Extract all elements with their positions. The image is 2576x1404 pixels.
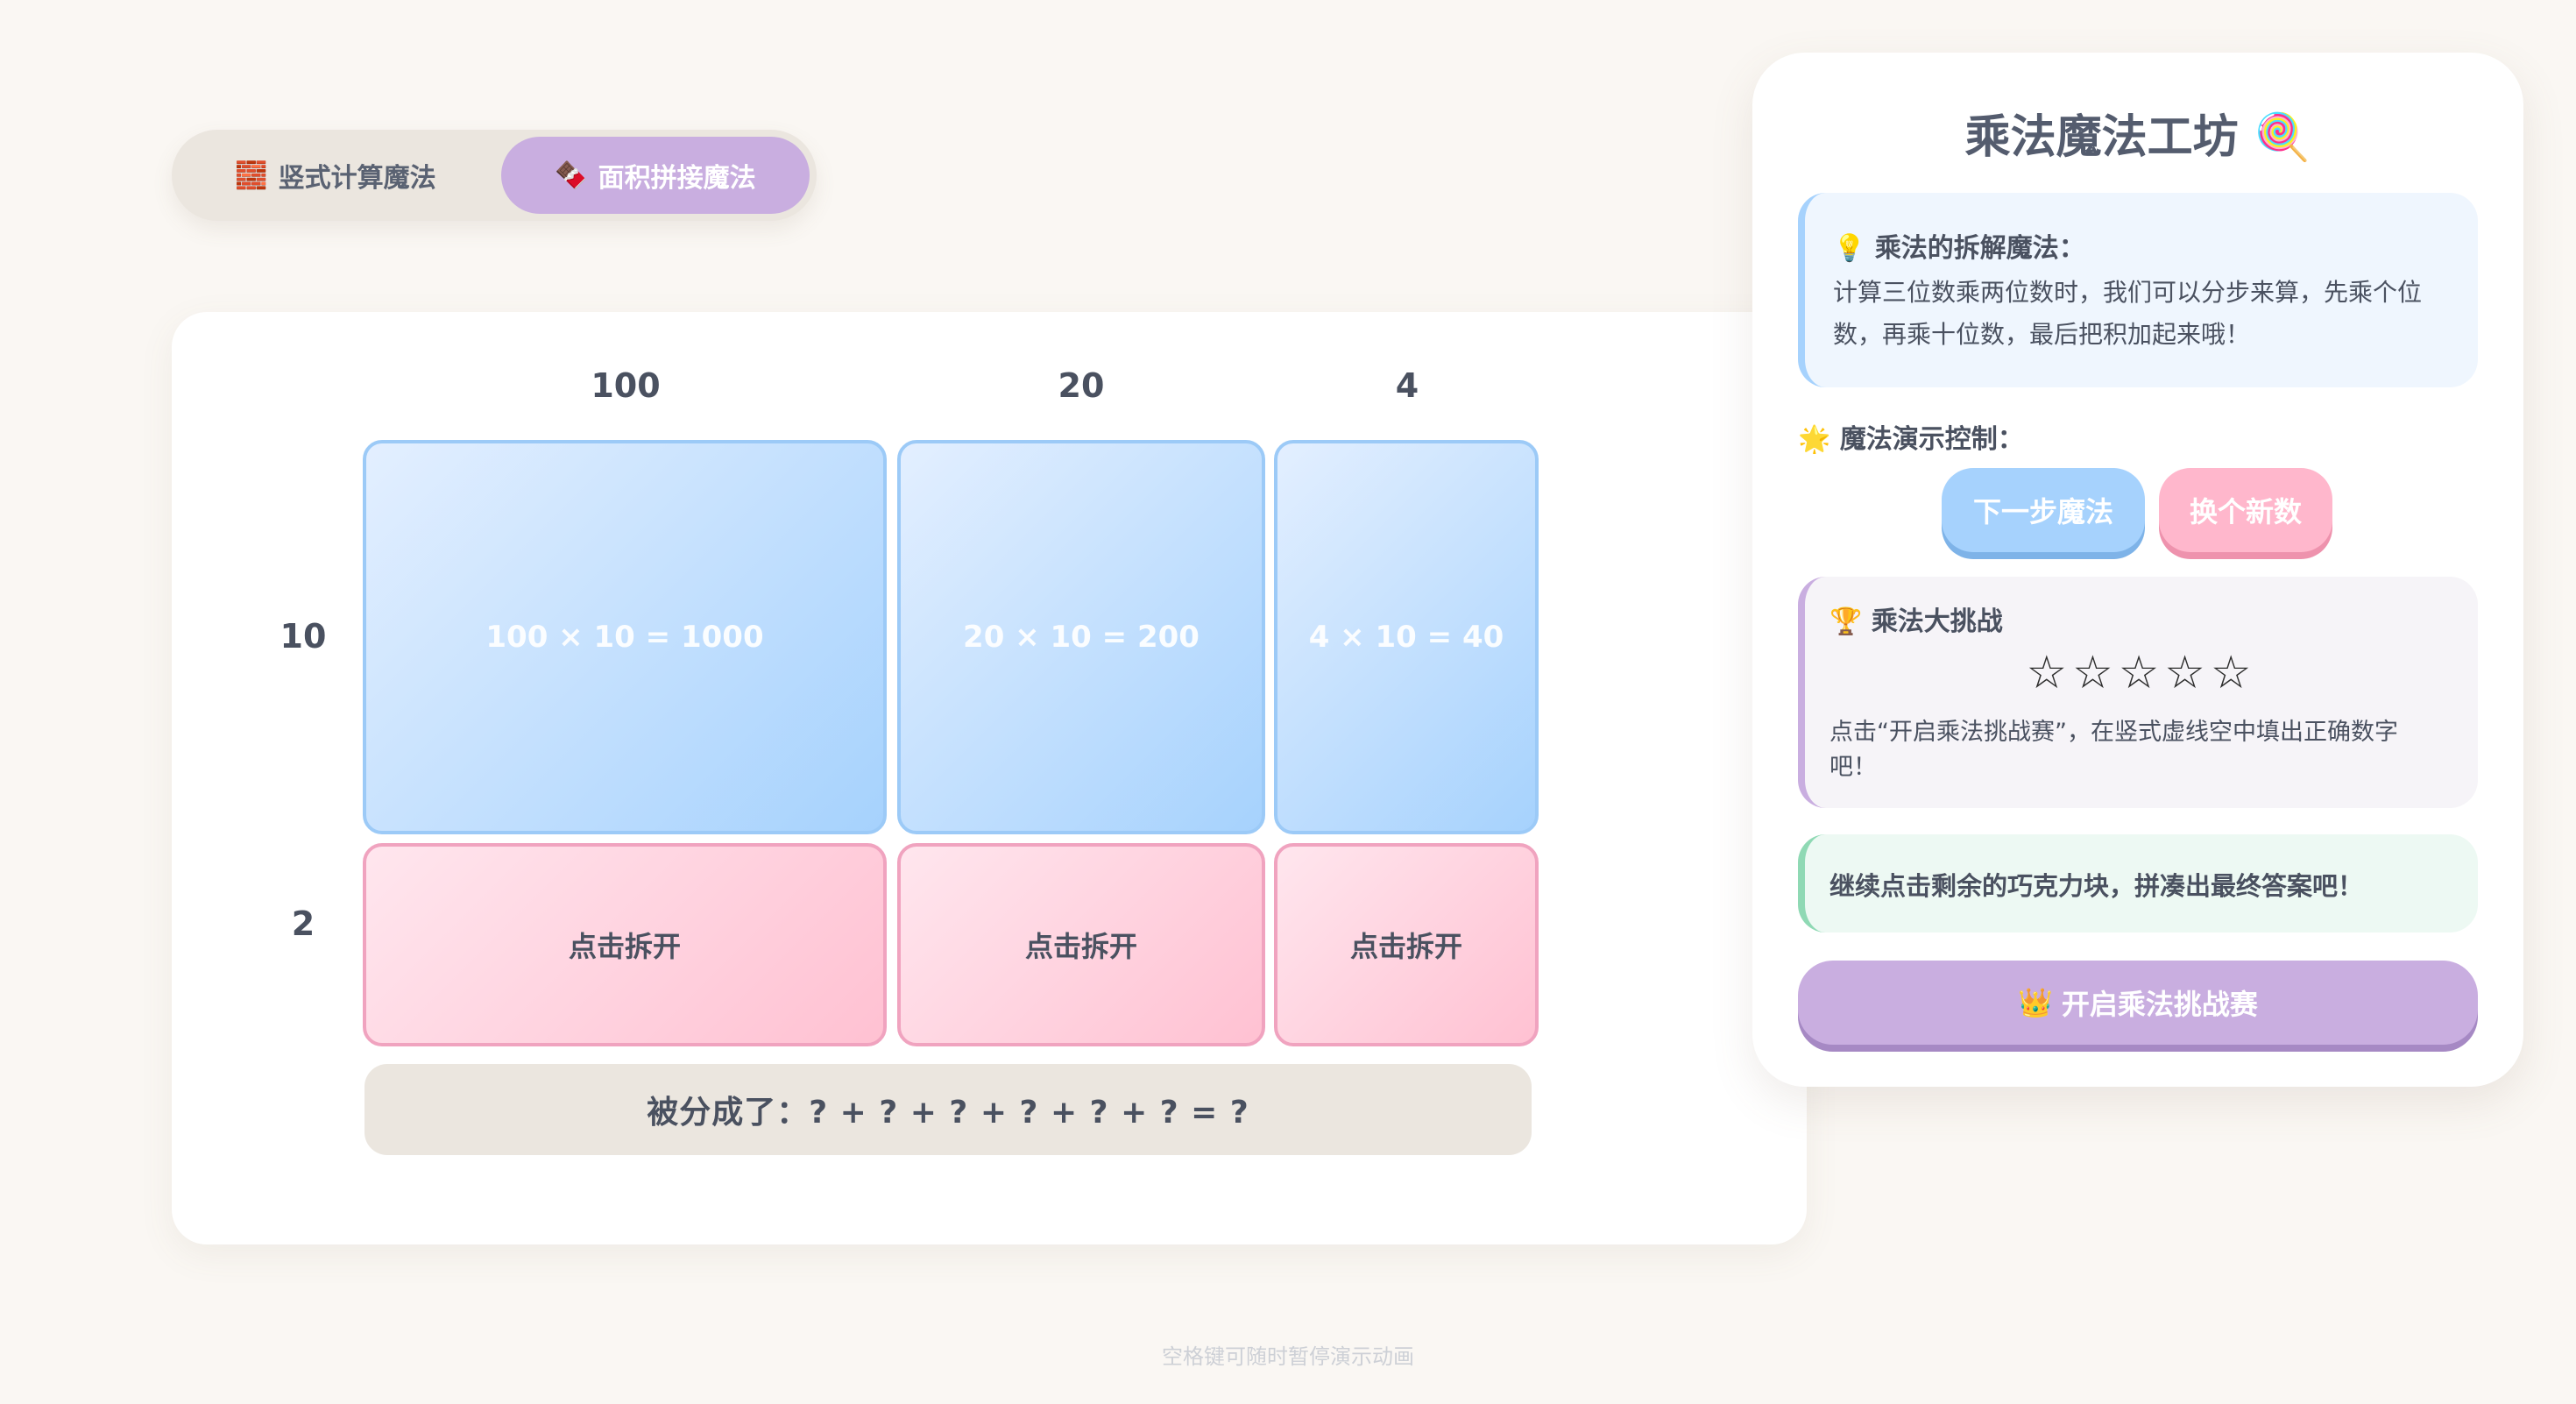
side-panel: 乘法魔法工坊 🍭 💡 乘法的拆解魔法： 计算三位数乘两位数时，我们可以分步来算，… bbox=[1752, 53, 2523, 1087]
cell-product-label: 20 × 10 = 200 bbox=[963, 620, 1200, 655]
vertical-mode-label: 竖式计算魔法 bbox=[278, 163, 436, 194]
challenge-text: 点击“开启乘法挑战赛”，在竖式虚线空中填出正确数字吧！ bbox=[1829, 719, 2398, 781]
challenge-heading: 🏆 乘法大挑战 bbox=[1829, 599, 2003, 638]
tip-heading-text: 乘法的拆解魔法： bbox=[1874, 233, 2085, 264]
chocolate-icon: 🍫 bbox=[555, 160, 588, 191]
trophy-icon: 🏆 bbox=[1829, 606, 1863, 637]
new-numbers-button[interactable]: 换个新数 bbox=[2159, 468, 2332, 552]
star-icon: 🌟 bbox=[1798, 424, 1831, 455]
challenge-heading-text: 乘法大挑战 bbox=[1871, 606, 2003, 637]
start-challenge-label: 开启乘法挑战赛 bbox=[2061, 988, 2258, 1021]
panel-title-text: 乘法魔法工坊 bbox=[1964, 111, 2239, 164]
area-mode-tab[interactable]: 🍫 面积拼接魔法 bbox=[501, 137, 810, 214]
tip-heading: 💡 乘法的拆解魔法： bbox=[1833, 226, 2085, 265]
row-label-ones: 2 bbox=[291, 904, 315, 943]
hint-box: 继续点击剩余的巧克力块，拼凑出最终答案吧！ bbox=[1798, 834, 2478, 932]
controls-label: 🌟 魔法演示控制： bbox=[1798, 417, 2024, 456]
area-board: 100 20 4 10 2 100 × 10 = 1000 20 × 10 = … bbox=[172, 312, 1807, 1244]
brick-icon: 🧱 bbox=[235, 160, 268, 191]
cell-product-label: 100 × 10 = 1000 bbox=[485, 620, 764, 655]
crown-icon: 👑 bbox=[2018, 986, 2053, 1019]
cell-product-label: 4 × 10 = 40 bbox=[1308, 620, 1504, 655]
vertical-mode-tab[interactable]: 🧱 竖式计算魔法 bbox=[179, 137, 492, 214]
split-label: 点击拆开 bbox=[1024, 930, 1137, 963]
tip-text: 计算三位数乘两位数时，我们可以分步来算，先乘个位数，再乘十位数，最后把积加起来哦… bbox=[1833, 278, 2423, 349]
column-label-hundreds: 100 bbox=[591, 366, 661, 405]
panel-title: 乘法魔法工坊 🍭 bbox=[1752, 100, 2523, 166]
footer-hint: 空格键可随时暂停演示动画 bbox=[1162, 1344, 1414, 1369]
column-label-ones: 4 bbox=[1395, 366, 1419, 405]
next-step-button[interactable]: 下一步魔法 bbox=[1942, 468, 2145, 552]
mode-switch: 🧱 竖式计算魔法 🍫 面积拼接魔法 bbox=[172, 130, 817, 221]
row-label-tens: 10 bbox=[280, 617, 327, 656]
controls-label-text: 魔法演示控制： bbox=[1839, 424, 2024, 455]
star-rating: ☆☆☆☆☆ bbox=[2026, 647, 2257, 699]
split-label: 点击拆开 bbox=[568, 930, 681, 963]
sum-expression: 被分成了：? + ? + ? + ? + ? + ? = ? bbox=[364, 1064, 1532, 1155]
challenge-box: 🏆 乘法大挑战 ☆☆☆☆☆ 点击“开启乘法挑战赛”，在竖式虚线空中填出正确数字吧… bbox=[1798, 577, 2478, 808]
lightbulb-icon: 💡 bbox=[1833, 233, 1866, 264]
lollipop-icon: 🍭 bbox=[2254, 111, 2311, 164]
area-cell-100x2[interactable]: 点击拆开 bbox=[363, 843, 887, 1046]
area-cell-20x2[interactable]: 点击拆开 bbox=[897, 843, 1265, 1046]
area-cell-4x2[interactable]: 点击拆开 bbox=[1274, 843, 1539, 1046]
area-cell-20x10[interactable]: 20 × 10 = 200 bbox=[897, 440, 1265, 834]
start-challenge-button[interactable]: 👑 开启乘法挑战赛 bbox=[1798, 961, 2478, 1045]
hint-text: 继续点击剩余的巧克力块，拼凑出最终答案吧！ bbox=[1829, 871, 2364, 901]
tip-box: 💡 乘法的拆解魔法： 计算三位数乘两位数时，我们可以分步来算，先乘个位数，再乘十… bbox=[1798, 193, 2478, 387]
split-label: 点击拆开 bbox=[1349, 930, 1462, 963]
area-cell-100x10[interactable]: 100 × 10 = 1000 bbox=[363, 440, 887, 834]
area-cell-4x10[interactable]: 4 × 10 = 40 bbox=[1274, 440, 1539, 834]
column-label-tens: 20 bbox=[1058, 366, 1105, 405]
area-mode-label: 面积拼接魔法 bbox=[598, 163, 756, 194]
